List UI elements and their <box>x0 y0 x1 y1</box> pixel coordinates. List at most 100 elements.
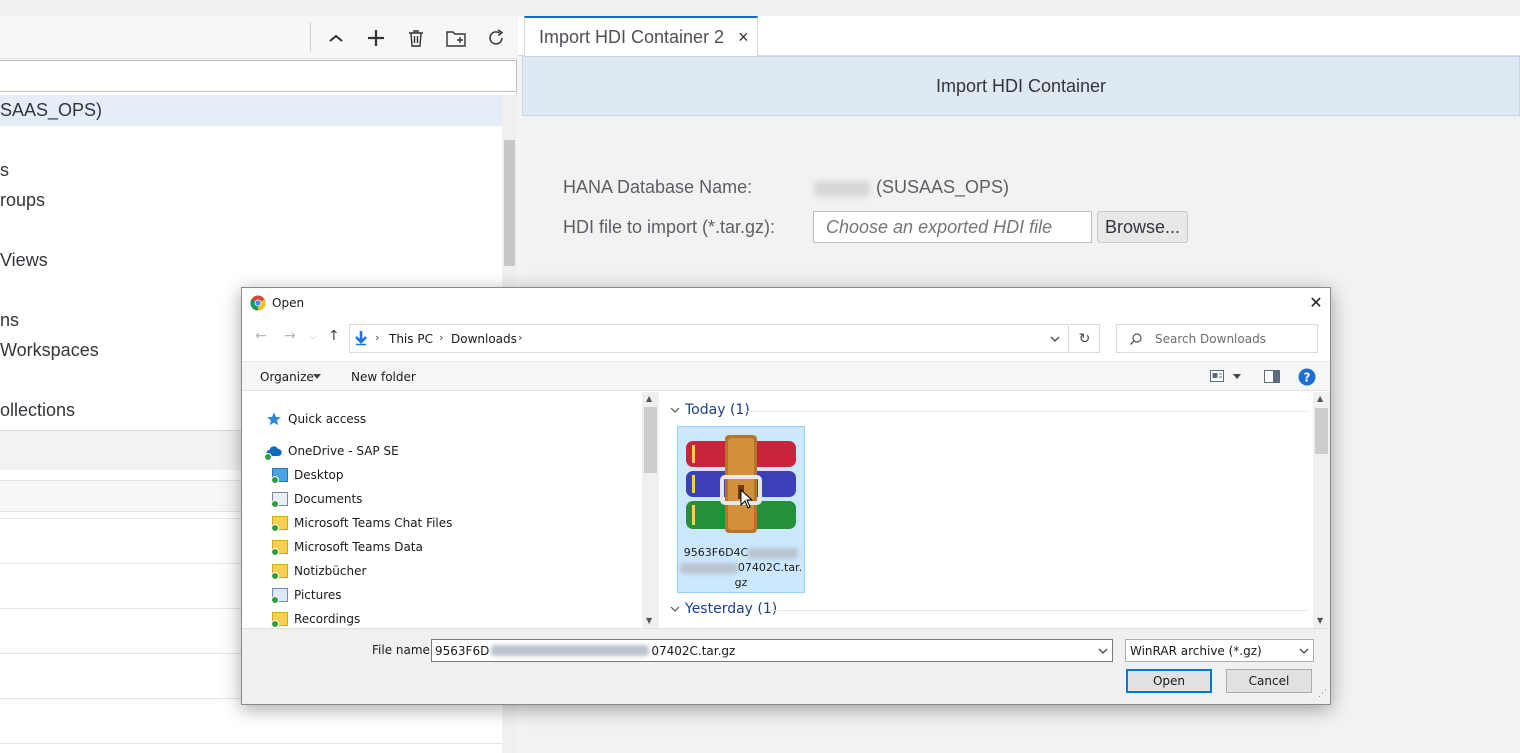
file-scrollbar-thumb[interactable] <box>1315 408 1328 454</box>
browse-button[interactable]: Browse... <box>1097 211 1188 243</box>
nav-onedrive[interactable]: OneDrive - SAP SE <box>264 444 399 461</box>
add-button[interactable] <box>362 24 390 52</box>
breadcrumb-separator: › <box>518 331 523 344</box>
file-name-end: 07402C.tar.gz <box>651 643 736 658</box>
open-button[interactable]: Open <box>1126 669 1212 693</box>
organize-button[interactable]: Organize <box>260 370 314 384</box>
nav-label: Quick access <box>288 412 367 426</box>
left-scrollbar-thumb[interactable] <box>504 140 515 266</box>
sync-check-icon <box>264 453 272 461</box>
scroll-up-icon[interactable]: ▲ <box>1317 394 1323 403</box>
sync-check-icon <box>271 476 279 484</box>
help-icon[interactable]: ? <box>1298 368 1316 386</box>
close-icon[interactable]: × <box>738 27 749 48</box>
group-label: Today (1) <box>685 402 750 418</box>
nav-recordings[interactable]: Recordings <box>271 612 360 628</box>
file-name-part1: 9563F6D4C <box>683 546 749 559</box>
filter-input[interactable] <box>0 60 517 92</box>
search-icon <box>1130 332 1142 345</box>
sync-check-icon <box>271 524 279 532</box>
address-bar[interactable]: › This PC › Downloads › <box>349 324 1069 353</box>
breadcrumb-downloads[interactable]: Downloads <box>451 332 517 346</box>
preview-pane-icon[interactable] <box>1264 370 1280 383</box>
navigation-pane: Quick access OneDrive - SAP SE Desktop D… <box>242 392 642 628</box>
nav-label: Notizbücher <box>294 564 367 578</box>
breadcrumb-separator: › <box>375 331 380 344</box>
blurred-text <box>679 562 738 574</box>
chevron-down-icon <box>670 407 680 413</box>
desktop-icon <box>271 468 288 484</box>
recent-locations-icon[interactable]: ⌵ <box>310 332 317 342</box>
dialog-footer: File name: 9563F6D 07402C.tar.gz WinRAR … <box>242 628 1330 704</box>
nav-documents[interactable]: Documents <box>271 492 362 508</box>
delete-button[interactable] <box>402 24 430 52</box>
nav-teams-data[interactable]: Microsoft Teams Data <box>271 540 423 556</box>
trash-icon <box>409 30 423 47</box>
scroll-up-icon[interactable]: ▲ <box>646 394 652 403</box>
nav-label: Pictures <box>294 588 342 602</box>
hdi-file-input[interactable]: Choose an exported HDI file <box>813 211 1092 243</box>
group-yesterday[interactable]: Yesterday (1) <box>670 601 777 617</box>
nav-desktop[interactable]: Desktop <box>271 468 344 484</box>
tab-import-hdi-container[interactable]: Import HDI Container 2 × <box>524 16 758 56</box>
scroll-down-icon[interactable]: ▼ <box>646 616 652 625</box>
resize-grip-icon[interactable]: ⋰ <box>1318 689 1327 699</box>
new-folder-button[interactable] <box>442 24 470 52</box>
cloud-icon <box>264 444 282 461</box>
nav-teams-chat-files[interactable]: Microsoft Teams Chat Files <box>271 516 453 532</box>
nav-notizbuecher[interactable]: Notizbücher <box>271 564 367 580</box>
dialog-toolbar: Organize New folder ? <box>242 361 1330 391</box>
chevron-down-icon[interactable] <box>1098 648 1108 655</box>
breadcrumb-separator: › <box>439 331 444 344</box>
blurred-db-name <box>814 181 870 197</box>
tree-item-2[interactable]: roups <box>0 190 45 211</box>
tree-item-views[interactable]: Views <box>0 250 48 271</box>
file-type-select[interactable]: WinRAR archive (*.gz) <box>1125 639 1314 662</box>
file-type-value: WinRAR archive (*.gz) <box>1130 643 1262 658</box>
scroll-down-icon[interactable]: ▼ <box>1317 616 1323 625</box>
file-name-label: File name: <box>372 643 434 657</box>
search-downloads-input[interactable]: Search Downloads <box>1116 324 1318 353</box>
file-name-input[interactable]: 9563F6D 07402C.tar.gz <box>431 639 1113 662</box>
view-dropdown-icon[interactable] <box>1233 374 1241 380</box>
tree-item-workspaces[interactable]: Workspaces <box>0 340 99 361</box>
folder-icon <box>271 540 288 556</box>
sync-check-icon <box>271 572 279 580</box>
up-arrow-icon[interactable]: ↑ <box>328 328 340 344</box>
back-arrow-icon[interactable]: ← <box>255 328 267 344</box>
cancel-button[interactable]: Cancel <box>1226 669 1312 693</box>
nav-scrollbar-thumb[interactable] <box>644 407 657 473</box>
sync-check-icon <box>271 596 279 604</box>
close-icon[interactable]: ✕ <box>1306 291 1326 313</box>
nav-label: Microsoft Teams Chat Files <box>294 516 453 530</box>
collapse-button[interactable] <box>322 24 350 52</box>
tree-item-collections[interactable]: ollections <box>0 400 75 421</box>
file-name-caption: 9563F6D4C 07402C.tar. gz <box>678 545 804 590</box>
sync-check-icon <box>271 620 279 628</box>
mouse-cursor-icon <box>740 489 754 509</box>
file-name-start: 9563F6D <box>435 643 490 658</box>
table-row[interactable] <box>0 743 517 753</box>
tree-item-4[interactable]: ns <box>0 310 19 331</box>
group-today[interactable]: Today (1) <box>670 402 750 418</box>
blurred-text <box>748 547 799 559</box>
group-label: Yesterday (1) <box>685 601 778 617</box>
sync-check-icon <box>271 500 279 508</box>
plus-icon <box>368 30 384 46</box>
view-mode-icon[interactable] <box>1210 370 1224 382</box>
nav-quick-access[interactable]: Quick access <box>266 412 366 426</box>
nav-pictures[interactable]: Pictures <box>271 588 342 604</box>
refresh-icon[interactable]: ↻ <box>1070 324 1100 353</box>
refresh-button[interactable] <box>482 24 510 52</box>
tree-item-database[interactable]: SAAS_OPS) <box>0 100 102 121</box>
toolbar-separator <box>310 22 311 52</box>
forward-arrow-icon[interactable]: → <box>284 328 296 344</box>
tree-item-1[interactable]: s <box>0 160 9 181</box>
chevron-down-icon[interactable] <box>1050 335 1060 343</box>
breadcrumb-this-pc[interactable]: This PC <box>389 332 433 346</box>
new-folder-button[interactable]: New folder <box>351 370 416 384</box>
file-name-part2: 07402C.tar. <box>737 561 803 574</box>
file-item-selected[interactable]: 9563F6D4C 07402C.tar. gz <box>677 426 805 593</box>
search-placeholder: Search Downloads <box>1155 331 1266 346</box>
tab-label: Import HDI Container 2 <box>539 26 725 47</box>
